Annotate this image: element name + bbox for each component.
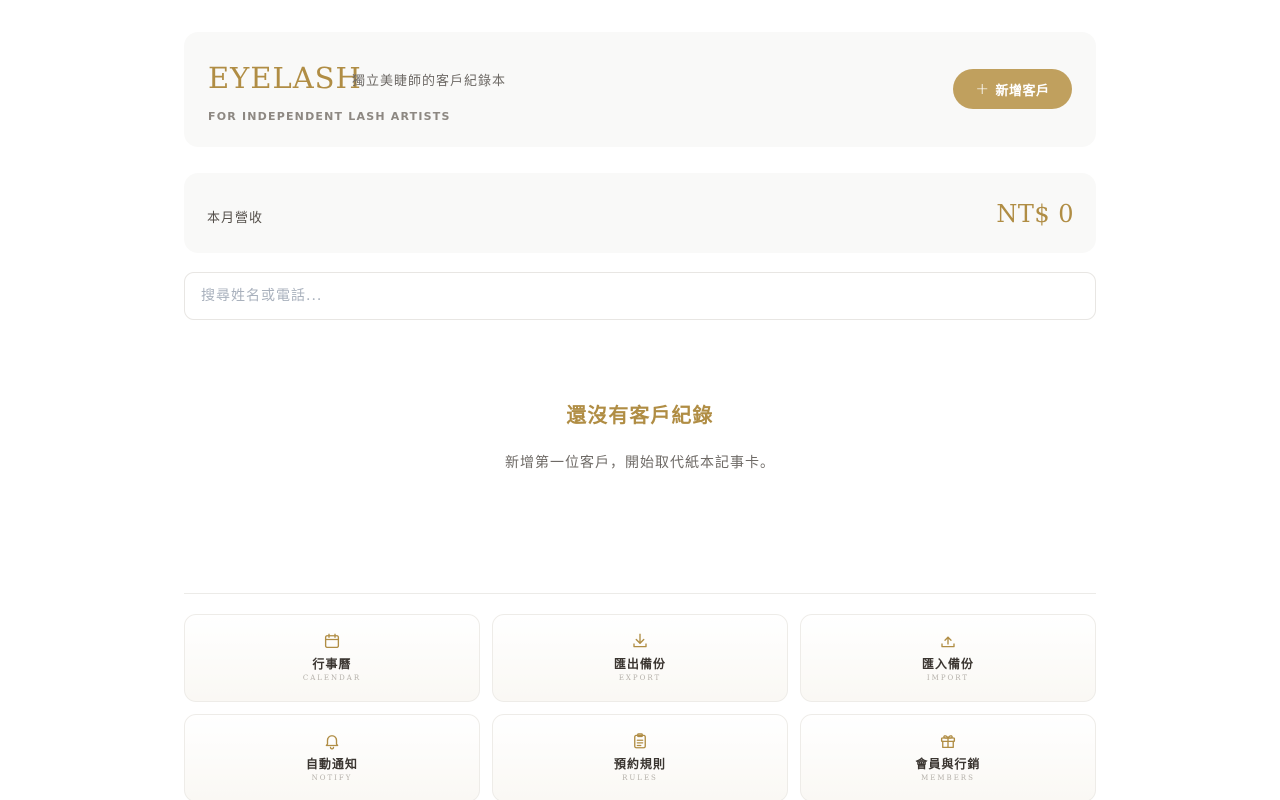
empty-state-title: 還沒有客戶紀錄 — [566, 403, 714, 427]
search-input[interactable] — [184, 272, 1096, 320]
clipboard-icon — [634, 733, 646, 749]
tile-sublabel: MEMBERS — [921, 774, 975, 782]
export-tile[interactable]: 匯出備份 EXPORT — [492, 614, 788, 702]
brand-tagline: FOR INDEPENDENT LASH ARTISTS — [208, 110, 451, 123]
tile-sublabel: NOTIFY — [311, 774, 353, 782]
gift-icon — [940, 735, 956, 749]
revenue-label: 本月營收 — [207, 211, 264, 226]
divider — [184, 593, 1096, 594]
tile-label: 預約規則 — [613, 757, 666, 771]
add-client-label: 新增客戶 — [995, 83, 1050, 99]
import-tile[interactable]: 匯入備份 IMPORT — [800, 614, 1096, 702]
bell-icon — [325, 735, 339, 750]
add-client-button[interactable]: + 新增客戶 — [953, 69, 1072, 109]
brand-subtitle: 獨立美睫師的客戶紀錄本 — [352, 74, 507, 89]
calendar-tile[interactable]: 行事曆 CALENDAR — [184, 614, 480, 702]
revenue-value: NT$ 0 — [996, 200, 1074, 228]
empty-state-description: 新增第一位客戶，開始取代紙本記事卡。 — [505, 455, 775, 471]
plus-icon: + — [975, 79, 990, 98]
app-container: EYELASH 獨立美睫師的客戶紀錄本 FOR INDEPENDENT LASH… — [184, 32, 1096, 800]
notify-tile[interactable]: 自動通知 NOTIFY — [184, 714, 480, 800]
download-icon — [633, 633, 647, 648]
tile-sublabel: EXPORT — [618, 674, 662, 682]
members-tile[interactable]: 會員與行銷 MEMBERS — [800, 714, 1096, 800]
header-panel: EYELASH 獨立美睫師的客戶紀錄本 FOR INDEPENDENT LASH… — [184, 32, 1096, 147]
feature-grid: 行事曆 CALENDAR 匯出備份 EXPORT 匯入備份 IMPORT 自動通… — [184, 614, 1096, 800]
calendar-icon — [324, 633, 340, 649]
tile-sublabel: CALENDAR — [302, 674, 362, 682]
tile-sublabel: RULES — [622, 774, 658, 782]
tile-sublabel: IMPORT — [926, 674, 970, 682]
tile-label: 行事曆 — [312, 657, 352, 671]
tile-label: 匯入備份 — [921, 657, 974, 671]
tile-label: 會員與行銷 — [915, 757, 981, 771]
monthly-revenue-card: 本月營收 NT$ 0 — [184, 173, 1096, 253]
brand-title: EYELASH — [208, 61, 362, 95]
rules-tile[interactable]: 預約規則 RULES — [492, 714, 788, 800]
tile-label: 匯出備份 — [613, 657, 666, 671]
upload-icon — [941, 636, 955, 648]
tile-label: 自動通知 — [305, 757, 358, 771]
